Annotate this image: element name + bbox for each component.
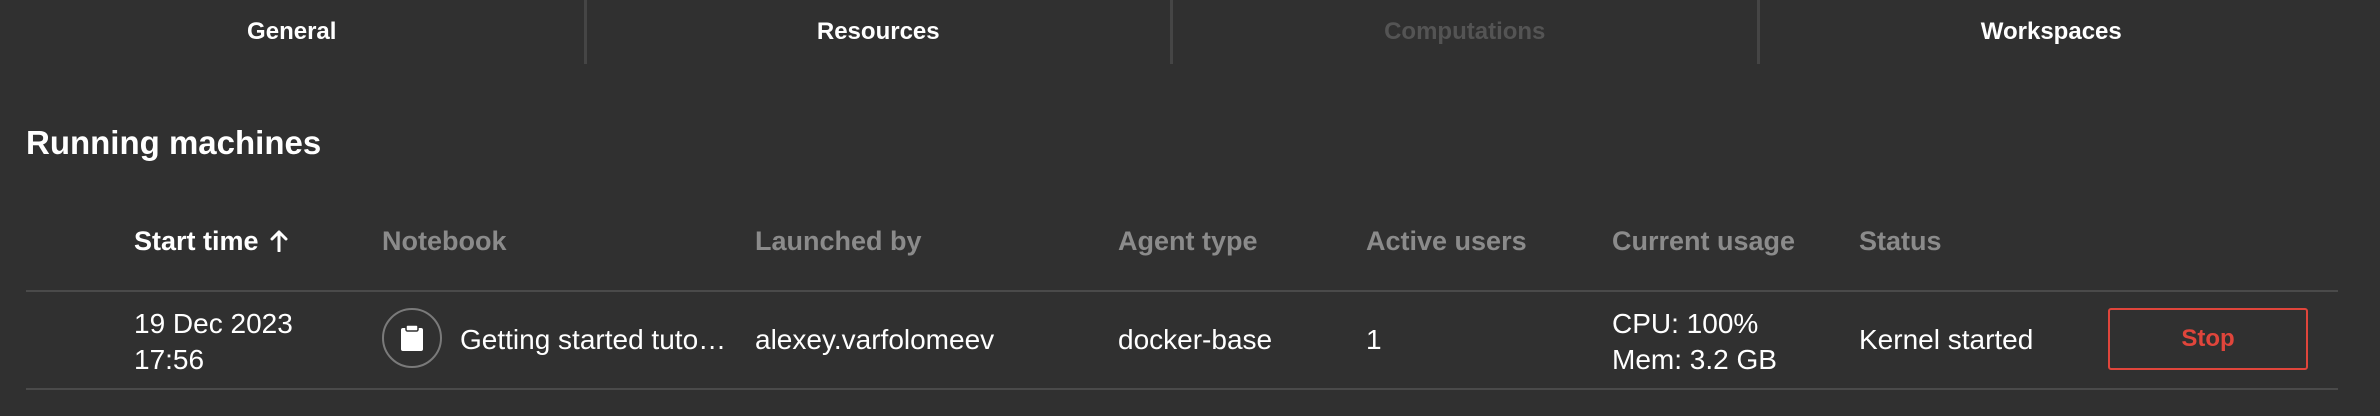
- current-usage-cell: CPU: 100% Mem: 3.2 GB: [1612, 306, 1777, 378]
- column-header-notebook[interactable]: Notebook: [382, 226, 507, 257]
- status-cell: Kernel started: [1859, 324, 2034, 355]
- column-header-launched-by[interactable]: Launched by: [755, 226, 922, 257]
- tab-workspaces-label: Workspaces: [1980, 18, 2122, 45]
- clipboard-icon: [401, 324, 423, 351]
- tab-resources-label: Resources: [816, 18, 940, 45]
- running-machines-table: Start time Notebook Launched by Agent ty…: [26, 212, 2338, 390]
- tab-general[interactable]: General: [0, 0, 584, 64]
- column-header-current-usage[interactable]: Current usage: [1612, 226, 1795, 257]
- column-header-label: Start time: [134, 226, 259, 256]
- start-time-cell: 19 Dec 2023 17:56: [134, 306, 293, 378]
- arrow-up-icon: [270, 230, 288, 253]
- notebook-icon[interactable]: [382, 308, 442, 368]
- active-users-cell: 1: [1366, 324, 1382, 355]
- notebook-link[interactable]: Getting started tuto…: [460, 322, 726, 358]
- tab-bar: General Resources Computations Workspace…: [0, 0, 2343, 64]
- tab-workspaces[interactable]: Workspaces: [1760, 0, 2344, 64]
- tab-general-label: General: [247, 18, 337, 45]
- column-header-status[interactable]: Status: [1859, 226, 1942, 257]
- tab-resources[interactable]: Resources: [587, 0, 1171, 64]
- start-date: 19 Dec 2023: [134, 308, 293, 339]
- start-clock: 17:56: [134, 344, 205, 375]
- cpu-usage: CPU: 100%: [1612, 308, 1759, 339]
- launched-by-cell: alexey.varfolomeev: [755, 324, 995, 355]
- table-header: Start time Notebook Launched by Agent ty…: [26, 212, 2338, 292]
- section-title: Running machines: [26, 124, 322, 161]
- agent-type-cell: docker-base: [1118, 324, 1273, 355]
- column-header-start-time[interactable]: Start time: [134, 226, 289, 257]
- tab-computations-label: Computations: [1384, 18, 1546, 45]
- tab-computations: Computations: [1173, 0, 1757, 64]
- stop-button[interactable]: Stop: [2108, 308, 2308, 370]
- column-header-agent-type[interactable]: Agent type: [1118, 226, 1258, 257]
- column-header-active-users[interactable]: Active users: [1366, 226, 1527, 257]
- memory-usage: Mem: 3.2 GB: [1612, 344, 1777, 375]
